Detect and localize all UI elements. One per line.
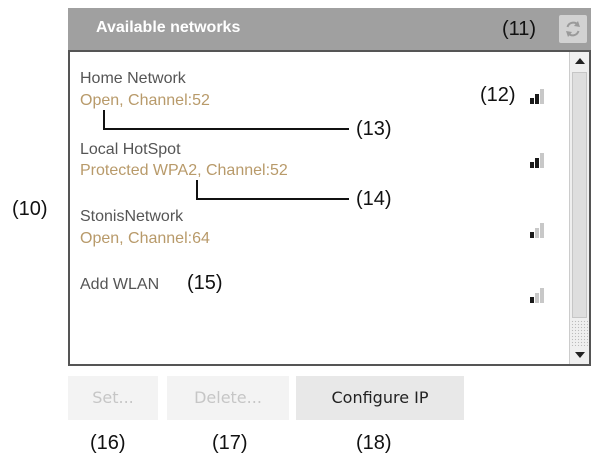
signal-strength-icon [530,222,550,238]
configure-ip-button[interactable]: Configure IP [296,376,464,420]
callout-18: (18) [356,432,392,454]
signal-strength-icon [530,152,550,168]
set-button[interactable]: Set... [68,376,158,420]
signal-strength-icon [530,287,550,303]
network-name: Local HotSpot [80,141,181,158]
network-name: Home Network [80,70,186,87]
callout-11: (11) [502,18,537,40]
refresh-icon [566,21,580,37]
scroll-track [571,320,588,346]
leader-line-13-vertical [103,110,105,129]
signal-strength-icon [530,88,550,104]
callout-16: (16) [90,432,126,454]
networks-header: Available networks (11) [68,8,591,50]
scrollbar[interactable] [569,52,589,364]
add-wlan-label: Add WLAN [80,276,160,293]
header-title: Available networks [96,19,241,36]
callout-13: (13) [356,118,392,140]
callout-14: (14) [356,188,392,210]
network-detail: Open, Channel:64 [80,230,210,247]
callout-15: (15) [187,272,223,294]
callout-17: (17) [212,432,248,454]
callout-12: (12) [480,84,516,106]
leader-line-14 [196,198,349,200]
callout-10: (10) [12,198,48,220]
refresh-button[interactable] [559,15,587,43]
leader-line-13 [103,128,349,130]
network-detail: Open, Channel:52 [80,92,210,109]
leader-line-14-vertical [196,180,198,199]
scroll-up-icon[interactable] [575,58,585,64]
scroll-thumb[interactable] [572,72,587,318]
scroll-down-icon[interactable] [575,352,585,358]
network-detail: Protected WPA2, Channel:52 [80,162,288,179]
network-name: StonisNetwork [80,208,184,225]
delete-button[interactable]: Delete... [167,376,289,420]
